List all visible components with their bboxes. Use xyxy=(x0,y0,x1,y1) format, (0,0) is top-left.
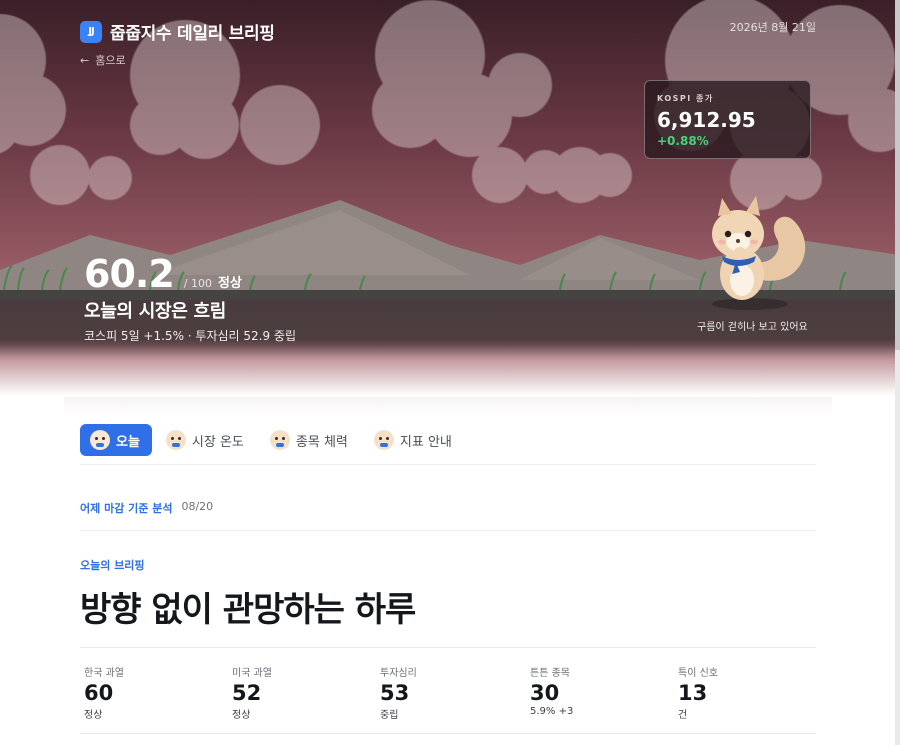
stat-label: 특이 신호 xyxy=(678,668,718,679)
stat-label: 튼튼 종목 xyxy=(530,668,570,679)
kospi-change: +0.88% xyxy=(657,134,709,148)
kospi-value: 6,912.95 xyxy=(657,108,756,132)
stat-value: 60 xyxy=(84,681,114,705)
app-title: 줍줍지수 데일리 브리핑 xyxy=(110,24,275,44)
stat-label: 미국 과열 xyxy=(232,668,272,679)
index-score: 60.2 xyxy=(84,252,175,296)
back-home-label: 홈으로 xyxy=(95,54,126,67)
tab-market-temperature[interactable]: 시장 온도 xyxy=(156,424,256,456)
analysis-meta: 어제 마감 기준 분석 08/20 xyxy=(80,500,213,516)
tab-label: 종목 체력 xyxy=(295,434,348,450)
brand[interactable]: JJ 줍줍지수 데일리 브리핑 xyxy=(80,19,275,44)
brand-logo-icon: JJ xyxy=(80,20,102,43)
briefing-date: 2026년 8월 21일 xyxy=(729,21,816,34)
content-top-band xyxy=(64,397,832,417)
tab-indicator-guide[interactable]: 지표 안내 xyxy=(364,424,464,456)
stat-special-signals: 특이 신호 13 건 xyxy=(678,664,818,721)
tab-label: 오늘 xyxy=(116,434,140,450)
stat-sub: 정상 xyxy=(232,710,251,721)
stat-value: 52 xyxy=(232,681,262,705)
stat-korea-overheat: 한국 과열 60 정상 xyxy=(84,664,224,721)
arrow-left-icon: ← xyxy=(80,53,90,67)
squirrel-icon xyxy=(373,430,394,450)
divider xyxy=(80,733,816,734)
divider xyxy=(80,647,816,648)
squirrel-icon xyxy=(90,430,110,450)
squirrel-mascot-icon xyxy=(712,196,806,310)
back-home-link[interactable]: ← 홈으로 xyxy=(80,52,126,68)
stat-label: 투자심리 xyxy=(380,668,417,679)
scrollbar-thumb[interactable] xyxy=(895,0,900,350)
score-row: 60.2 / 100 정상 xyxy=(84,252,242,296)
analysis-basis-label: 어제 마감 기준 분석 xyxy=(80,502,173,515)
stat-us-overheat: 미국 과열 52 정상 xyxy=(232,664,372,721)
stat-sub: 정상 xyxy=(84,710,103,721)
stat-strong-stocks: 튼튼 종목 30 5.9% +3 xyxy=(530,664,670,717)
stat-sub: 중립 xyxy=(380,710,399,721)
tab-stock-strength[interactable]: 종목 체력 xyxy=(260,424,360,456)
stat-value: 30 xyxy=(530,681,560,705)
kospi-card: KOSPI 종가 6,912.95 +0.88% xyxy=(644,80,811,159)
hero-subline: 코스피 5일 +1.5% · 투자심리 52.9 중립 xyxy=(84,329,296,343)
stat-sub: 5.9% +3 xyxy=(530,706,574,717)
hero-headline: 오늘의 시장은 흐림 xyxy=(84,301,227,322)
briefing-title: 방향 없이 관망하는 하루 xyxy=(80,590,416,630)
hero-banner: JJ 줍줍지수 데일리 브리핑 ← 홈으로 2026년 8월 21일 KOSPI… xyxy=(0,0,900,400)
index-score-max: / 100 xyxy=(183,277,212,290)
stats-row: 한국 과열 60 정상 미국 과열 52 정상 투자심리 53 중립 튼튼 종목… xyxy=(84,664,824,724)
mascot-caption: 구름이 걷히나 보고 있어요 xyxy=(697,322,808,333)
hero-fade xyxy=(0,345,900,400)
squirrel-icon xyxy=(165,430,186,450)
briefing-label: 오늘의 브리핑 xyxy=(80,559,145,572)
stat-value: 53 xyxy=(380,681,410,705)
stat-sentiment: 투자심리 53 중립 xyxy=(380,664,520,721)
analysis-date: 08/20 xyxy=(181,500,214,513)
divider xyxy=(80,464,816,465)
squirrel-icon xyxy=(269,430,290,450)
kospi-label: KOSPI 종가 xyxy=(657,94,714,103)
tab-label: 시장 온도 xyxy=(191,434,244,450)
tab-today[interactable]: 오늘 xyxy=(80,424,152,456)
tab-bar: 오늘 시장 온도 종목 체력 지표 안내 xyxy=(80,424,468,456)
stat-label: 한국 과열 xyxy=(84,668,124,679)
index-status: 정상 xyxy=(217,276,242,291)
tab-label: 지표 안내 xyxy=(399,434,452,450)
stat-sub: 건 xyxy=(678,710,688,721)
stat-value: 13 xyxy=(678,681,708,705)
divider xyxy=(80,530,816,531)
